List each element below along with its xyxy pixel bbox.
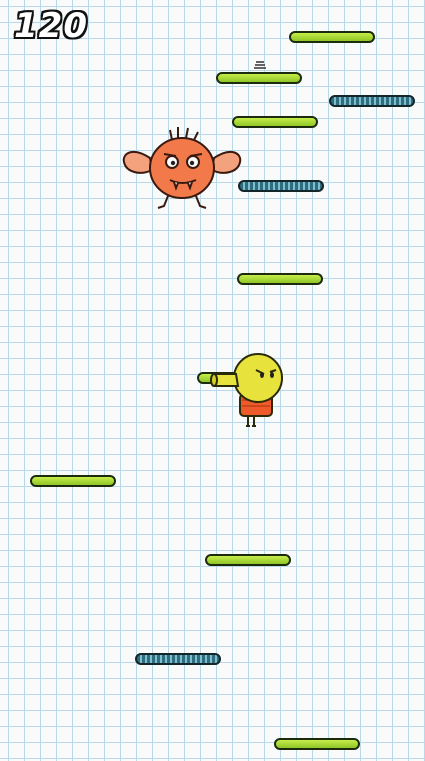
monster-enemy [122, 127, 242, 209]
platform-green [30, 475, 116, 487]
platform-green [232, 116, 318, 128]
game-canvas[interactable]: 120 [0, 0, 425, 761]
platform-green [237, 273, 323, 285]
platform-moving-blue [135, 653, 221, 665]
platform-green [216, 72, 302, 84]
platform-moving-blue [238, 180, 324, 192]
platform-green [205, 554, 291, 566]
platform-green [289, 31, 375, 43]
spring-icon [254, 61, 266, 69]
platform-moving-blue [329, 95, 415, 107]
doodler-player [210, 353, 283, 427]
platform-green [274, 738, 360, 750]
score-counter: 120 [14, 6, 88, 46]
